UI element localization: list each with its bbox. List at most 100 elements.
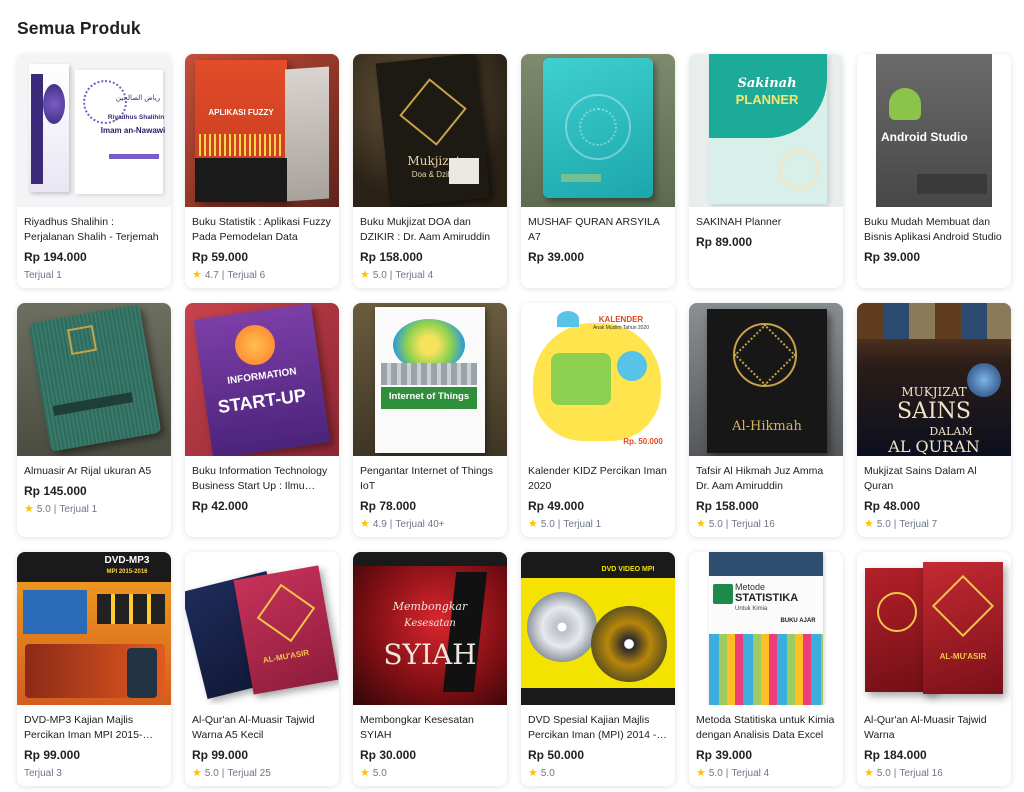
- thumb-caption: SAINS: [897, 399, 971, 424]
- thumb-caption: رياض الصالحين: [115, 95, 161, 102]
- product-name[interactable]: Pengantar Internet of Things IoT: [360, 464, 500, 494]
- product-meta: Terjual 3: [24, 767, 164, 780]
- meta-separator: |: [221, 270, 225, 281]
- meta-separator: |: [53, 504, 57, 515]
- product-image[interactable]: Internet of Things: [353, 303, 507, 456]
- thumb-caption: Riyadhus Shalihin: [107, 114, 165, 121]
- sold-count: Terjual 16: [731, 519, 775, 530]
- product-name[interactable]: Mukjizat Sains Dalam Al Quran: [864, 464, 1004, 494]
- thumb-caption: PLANNER: [735, 92, 799, 107]
- product-name[interactable]: Buku Mudah Membuat dan Bisnis Aplikasi A…: [864, 215, 1004, 245]
- product-meta: ★ 5.0 | Terjual 4: [360, 269, 500, 282]
- product-name[interactable]: Riyadhus Shalihin : Perjalanan Shalih - …: [24, 215, 164, 245]
- product-name[interactable]: MUSHAF QURAN ARSYILA A7: [528, 215, 668, 245]
- product-name[interactable]: Al-Qur'an Al-Muasir Tajwid Warna A5 Keci…: [192, 713, 332, 743]
- product-price: Rp 42.000: [192, 499, 249, 513]
- rating-value: 4.9: [372, 519, 387, 530]
- product-card[interactable]: Mukjizat Doa & Dzikir Buku Mukjizat DOA …: [353, 54, 507, 288]
- star-icon: ★: [24, 503, 34, 515]
- product-image[interactable]: KALENDER Anak Muslim Tahun 2020 Rp. 50.0…: [521, 303, 675, 456]
- product-image[interactable]: Membongkar Kesesatan SYIAH: [353, 552, 507, 705]
- product-image[interactable]: رياض الصالحين Riyadhus Shalihin Imam an-…: [17, 54, 171, 207]
- thumb-caption: Untuk Kimia: [735, 606, 768, 612]
- rating-value: 5.0: [372, 270, 387, 281]
- product-meta: ★ 5.0 | Terjual 1: [528, 518, 668, 531]
- product-card[interactable]: AL-MU'ASIR Al-Qur'an Al-Muasir Tajwid Wa…: [185, 552, 339, 786]
- star-icon: ★: [192, 269, 202, 281]
- product-card[interactable]: APLIKASI FUZZY Buku Statistik : Aplikasi…: [185, 54, 339, 288]
- product-image[interactable]: APLIKASI FUZZY: [185, 54, 339, 207]
- product-name[interactable]: Buku Statistik : Aplikasi Fuzzy Pada Pem…: [192, 215, 332, 245]
- product-name[interactable]: DVD Spesial Kajian Majlis Percikan Iman …: [528, 713, 668, 743]
- product-image[interactable]: MUKJIZAT SAINS DALAM AL QURAN: [857, 303, 1011, 456]
- product-image[interactable]: Android Studio: [857, 54, 1011, 207]
- product-card[interactable]: DVD VIDEO MPI DVD Spesial Kajian Majlis …: [521, 552, 675, 786]
- product-card[interactable]: Sakinah PLANNER SAKINAH Planner Rp 89.00…: [689, 54, 843, 288]
- meta-separator: |: [725, 768, 729, 779]
- sold-count: Terjual 40+: [395, 519, 445, 530]
- thumb-caption: SYIAH: [383, 638, 477, 671]
- star-icon: ★: [528, 767, 538, 779]
- product-image[interactable]: AL-MU'ASIR: [185, 552, 339, 705]
- product-meta: ★ 5.0 | Terjual 7: [864, 518, 1004, 531]
- meta-separator: |: [725, 519, 729, 530]
- product-name[interactable]: Tafsir Al Hikmah Juz Amma Dr. Aam Amirud…: [696, 464, 836, 494]
- thumb-caption: Internet of Things: [388, 391, 470, 402]
- product-name[interactable]: Buku Mukjizat DOA dan DZIKIR : Dr. Aam A…: [360, 215, 500, 245]
- product-card[interactable]: Almuasir Ar Rijal ukuran A5 Rp 145.000 ★…: [17, 303, 171, 537]
- product-name[interactable]: Kalender KIDZ Percikan Iman 2020: [528, 464, 668, 494]
- product-card[interactable]: AL-MU'ASIR Al-Qur'an Al-Muasir Tajwid Wa…: [857, 552, 1011, 786]
- product-image[interactable]: DVD-MP3 MPI 2015-2016: [17, 552, 171, 705]
- product-image[interactable]: AL-MU'ASIR: [857, 552, 1011, 705]
- thumb-caption: Kesesatan: [404, 618, 456, 629]
- thumb-caption: Metode: [735, 582, 766, 592]
- product-name[interactable]: Al-Qur'an Al-Muasir Tajwid Warna: [864, 713, 1004, 743]
- product-grid: رياض الصالحين Riyadhus Shalihin Imam an-…: [17, 54, 1011, 786]
- product-image[interactable]: Al-Hikmah: [689, 303, 843, 456]
- product-card[interactable]: Membongkar Kesesatan SYIAH Membongkar Ke…: [353, 552, 507, 786]
- product-card[interactable]: MUSHAF QURAN ARSYILA A7 Rp 39.000: [521, 54, 675, 288]
- thumb-caption: AL QURAN: [888, 437, 980, 456]
- rating-value: 5.0: [540, 519, 555, 530]
- product-image[interactable]: Metode STATISTIKA Untuk Kimia BUKU AJAR: [689, 552, 843, 705]
- product-name[interactable]: Buku Information Technology Business Sta…: [192, 464, 332, 494]
- product-name[interactable]: DVD-MP3 Kajian Majlis Percikan Iman MPI …: [24, 713, 164, 743]
- product-image[interactable]: INFORMATION START-UP: [185, 303, 339, 456]
- rating-value: 5.0: [36, 504, 51, 515]
- product-card[interactable]: INFORMATION START-UP Buku Information Te…: [185, 303, 339, 537]
- product-price: Rp 30.000: [360, 748, 417, 762]
- product-image[interactable]: Sakinah PLANNER: [689, 54, 843, 207]
- thumb-caption: MUKJIZAT: [901, 385, 967, 399]
- thumb-caption: KALENDER: [598, 315, 644, 324]
- thumb-caption: Imam an-Nawawi: [100, 126, 166, 135]
- product-name[interactable]: Membongkar Kesesatan SYIAH: [360, 713, 500, 743]
- thumb-caption: Android Studio: [881, 130, 968, 144]
- product-price: Rp 145.000: [24, 484, 87, 498]
- product-image[interactable]: Mukjizat Doa & Dzikir: [353, 54, 507, 207]
- product-meta: ★ 5.0: [360, 767, 500, 780]
- rating-value: 4.7: [204, 270, 219, 281]
- sold-count: Terjual 6: [227, 270, 266, 281]
- star-icon: ★: [864, 767, 874, 779]
- thumb-caption: MPI 2015-2016: [106, 569, 148, 575]
- product-image[interactable]: DVD VIDEO MPI: [521, 552, 675, 705]
- product-card[interactable]: Android Studio Buku Mudah Membuat dan Bi…: [857, 54, 1011, 288]
- product-card[interactable]: Metode STATISTIKA Untuk Kimia BUKU AJAR …: [689, 552, 843, 786]
- product-image[interactable]: [17, 303, 171, 456]
- thumb-caption: STATISTIKA: [735, 592, 799, 604]
- rating-value: 5.0: [540, 768, 555, 779]
- product-card[interactable]: رياض الصالحين Riyadhus Shalihin Imam an-…: [17, 54, 171, 288]
- product-price: Rp 39.000: [864, 250, 921, 264]
- rating-value: 5.0: [708, 768, 723, 779]
- product-card[interactable]: DVD-MP3 MPI 2015-2016 DVD-MP3 Kajian Maj…: [17, 552, 171, 786]
- product-card[interactable]: Internet of Things Pengantar Internet of…: [353, 303, 507, 537]
- thumb-caption: Anak Muslim Tahun 2020: [592, 325, 650, 331]
- thumb-caption: Membongkar: [392, 600, 468, 613]
- product-card[interactable]: MUKJIZAT SAINS DALAM AL QURAN Mukjizat S…: [857, 303, 1011, 537]
- rating-value: 5.0: [708, 519, 723, 530]
- product-card[interactable]: KALENDER Anak Muslim Tahun 2020 Rp. 50.0…: [521, 303, 675, 537]
- product-name[interactable]: Metoda Statitiska untuk Kimia dengan Ana…: [696, 713, 836, 743]
- product-meta: ★ 5.0: [528, 767, 668, 780]
- product-image[interactable]: [521, 54, 675, 207]
- product-card[interactable]: Al-Hikmah Tafsir Al Hikmah Juz Amma Dr. …: [689, 303, 843, 537]
